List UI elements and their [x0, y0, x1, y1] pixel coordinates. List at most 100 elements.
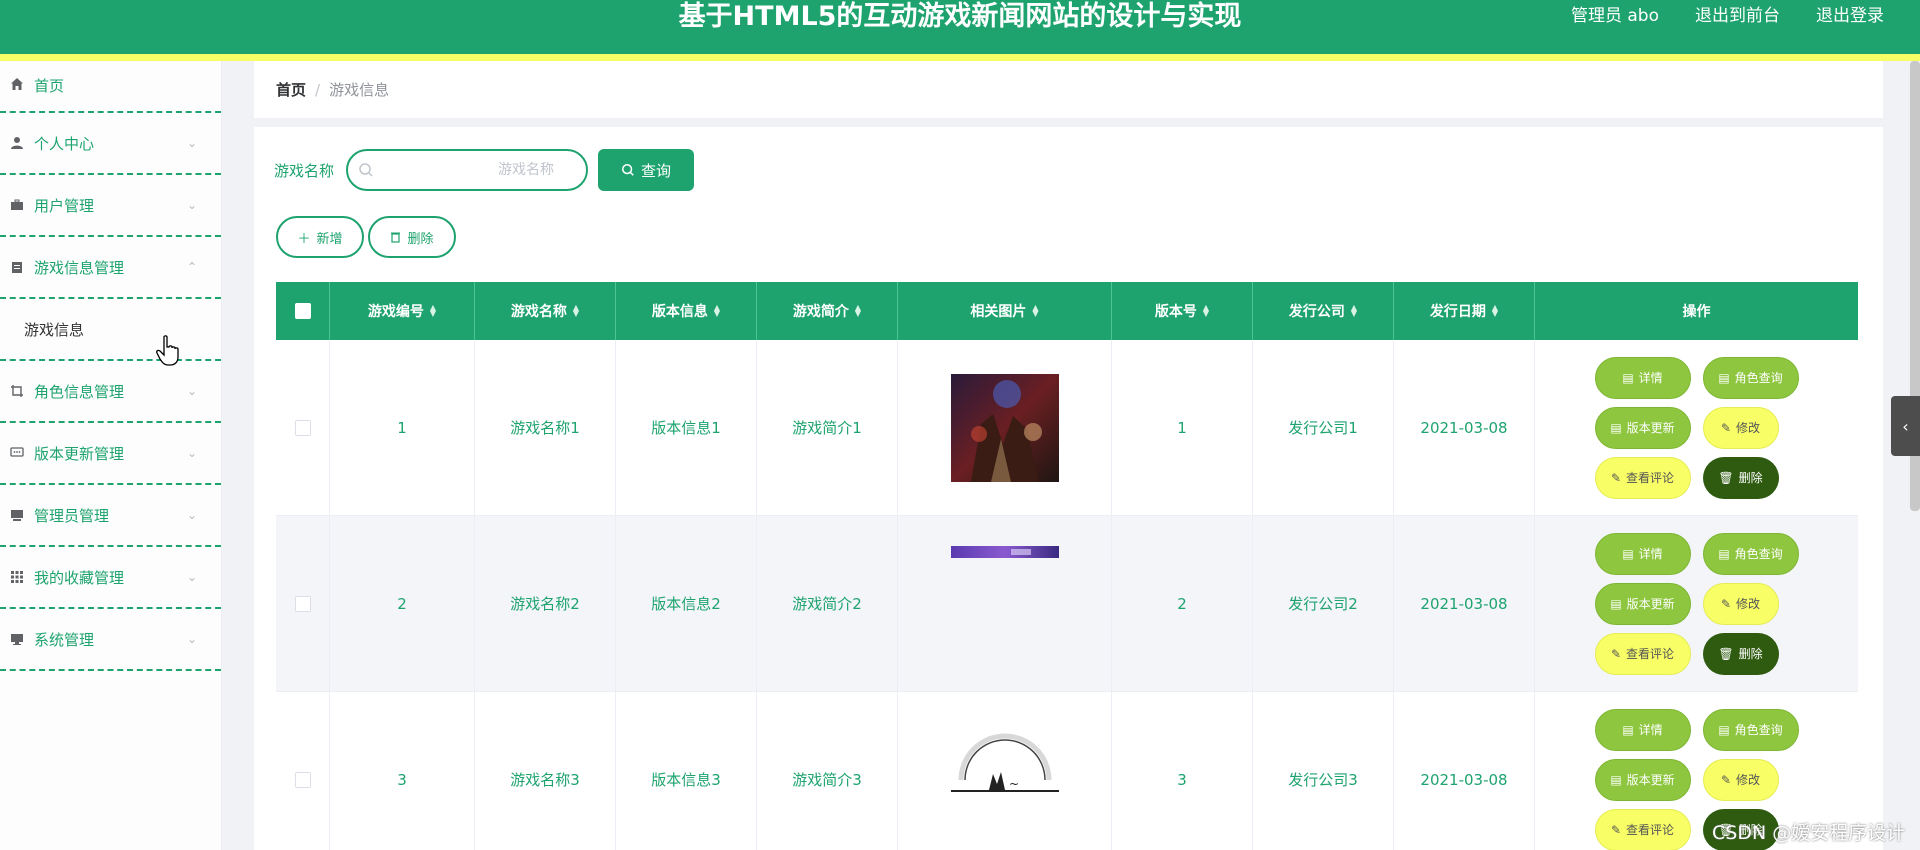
cell-name: 游戏名称3: [475, 692, 616, 850]
column-header-date[interactable]: 发行日期 ▲ ▼: [1394, 282, 1535, 340]
cell-date: 2021-03-08: [1394, 692, 1535, 850]
search-button[interactable]: 查询: [598, 149, 695, 191]
version-update-button[interactable]: ▤ 版本更新: [1594, 758, 1691, 801]
sort-icon: ▲ ▼: [1032, 303, 1039, 318]
column-header-name[interactable]: 游戏名称 ▲ ▼: [475, 282, 616, 340]
document-icon: ▤: [1718, 722, 1730, 737]
sort-icon: ▲ ▼: [1350, 303, 1358, 318]
desktop-icon: [8, 630, 26, 648]
cell-intro: 游戏简介1: [757, 340, 898, 515]
admin-name: 管理员 abo: [1570, 6, 1659, 26]
view-comments-button[interactable]: ✎ 查看评论: [1594, 632, 1691, 675]
column-header-company[interactable]: 发行公司 ▲ ▼: [1253, 282, 1394, 340]
user-icon: [8, 134, 26, 152]
cell-id: 1: [330, 340, 475, 515]
svg-text:~: ~: [1009, 777, 1019, 791]
sidebar-item-favorites-management[interactable]: 我的收藏管理 ⌄: [0, 547, 221, 609]
trash-icon: [391, 232, 401, 243]
row-checkbox[interactable]: [294, 595, 311, 612]
chevron-down-icon: ⌄: [186, 136, 197, 150]
row-actions: ▤ 详情 ▤ 角色查询 ▤ 版本更新 ✎ 修改 ✎ 查看评论 🗑 删除: [1594, 532, 1799, 675]
edit-button[interactable]: ✎ 修改: [1702, 582, 1779, 625]
chevron-down-icon: ⌄: [186, 198, 197, 212]
search-input[interactable]: [348, 151, 587, 189]
sidebar-item-home[interactable]: 首页: [0, 61, 221, 113]
document-icon: ▤: [1622, 546, 1634, 561]
clipboard-icon: [8, 258, 26, 276]
sort-icon: ▲ ▼: [854, 303, 862, 318]
search-label: 游戏名称: [274, 161, 335, 180]
breadcrumb-separator: /: [315, 80, 321, 99]
grid-icon: [8, 568, 26, 586]
sidebar-subitem-game-info[interactable]: 游戏信息: [0, 299, 221, 361]
cell-company: 发行公司3: [1253, 692, 1394, 850]
view-comments-button[interactable]: ✎ 查看评论: [1594, 808, 1691, 850]
role-query-button[interactable]: ▤ 角色查询: [1702, 532, 1799, 575]
cell-version-info: 版本信息2: [616, 516, 757, 691]
content-card: 游戏名称 查询 ＋ 新增 删除 游戏编号▲▼ 游戏名称▲▼ 版本信息▲▼ 游戏简…: [254, 127, 1883, 850]
edit-button[interactable]: ✎ 修改: [1702, 758, 1779, 801]
sidebar: 首页 个人中心 ⌄ 用户管理 ⌄ 游戏信息管理 ⌃ 游戏信息 角色信息管理 ⌄: [0, 61, 222, 850]
select-all-cell: [276, 282, 330, 340]
version-update-button[interactable]: ▤ 版本更新: [1594, 582, 1691, 625]
column-header-image[interactable]: 相关图片 ▲ ▼: [898, 282, 1112, 340]
game-thumbnail[interactable]: [950, 373, 1059, 482]
breadcrumb-home[interactable]: 首页: [276, 79, 306, 100]
sidebar-item-personal-center[interactable]: 个人中心 ⌄: [0, 113, 221, 175]
search-button-label: 查询: [641, 161, 672, 180]
breadcrumb-current: 游戏信息: [329, 81, 390, 99]
sidebar-item-role-info-management[interactable]: 角色信息管理 ⌄: [0, 361, 221, 423]
detail-button[interactable]: ▤ 详情: [1594, 356, 1691, 399]
sidebar-item-label: 首页: [34, 77, 65, 95]
sidebar-item-user-management[interactable]: 用户管理 ⌄: [0, 175, 221, 237]
detail-button[interactable]: ▤ 详情: [1594, 532, 1691, 575]
search-field-wrapper: [346, 149, 589, 191]
sidebar-item-admin-management[interactable]: 管理员管理 ⌄: [0, 485, 221, 547]
cell-id: 3: [330, 692, 475, 850]
document-icon: ▤: [1622, 370, 1634, 385]
top-header: 基于HTML5的互动游戏新闻网站的设计与实现 管理员 abo 退出到前台 退出登…: [0, 0, 1920, 54]
document-icon: ▤: [1718, 370, 1730, 385]
chevron-down-icon: ⌄: [186, 508, 197, 522]
breadcrumb: 首页 / 游戏信息: [254, 61, 1883, 118]
view-comments-button[interactable]: ✎ 查看评论: [1594, 456, 1691, 499]
cell-date: 2021-03-08: [1394, 340, 1535, 515]
role-query-button[interactable]: ▤ 角色查询: [1702, 356, 1799, 399]
role-query-button[interactable]: ▤ 角色查询: [1702, 708, 1799, 751]
sidebar-item-label: 版本更新管理: [34, 444, 125, 463]
sidebar-item-version-update-management[interactable]: 版本更新管理 ⌄: [0, 423, 221, 485]
delete-button[interactable]: 🗑 删除: [1702, 632, 1779, 675]
collapse-panel-tab[interactable]: ‹: [1891, 396, 1920, 456]
chevron-left-icon: ‹: [1902, 416, 1909, 436]
cell-name: 游戏名称2: [475, 516, 616, 691]
version-update-button[interactable]: ▤ 版本更新: [1594, 406, 1691, 449]
column-header-id[interactable]: 游戏编号 ▲ ▼: [330, 282, 475, 340]
detail-button[interactable]: ▤ 详情: [1594, 708, 1691, 751]
sidebar-item-game-info-management[interactable]: 游戏信息管理 ⌃: [0, 237, 221, 299]
exit-to-front-link[interactable]: 退出到前台: [1695, 6, 1780, 26]
column-header-version-info[interactable]: 版本信息 ▲ ▼: [616, 282, 757, 340]
bulk-delete-button[interactable]: 删除: [368, 216, 456, 258]
pencil-icon: ✎: [1610, 822, 1622, 837]
game-thumbnail[interactable]: ~: [950, 725, 1059, 834]
row-checkbox[interactable]: [294, 771, 311, 788]
trash-icon: 🗑: [1718, 646, 1734, 661]
column-header-intro[interactable]: 游戏简介 ▲ ▼: [757, 282, 898, 340]
sort-icon: ▲ ▼: [429, 303, 437, 318]
action-buttons: ＋ 新增 删除: [276, 216, 456, 258]
cell-intro: 游戏简介2: [757, 516, 898, 691]
header-actions: 管理员 abo 退出到前台 退出登录: [1571, 6, 1884, 26]
logout-link[interactable]: 退出登录: [1816, 6, 1884, 26]
pencil-icon: ✎: [1610, 646, 1622, 661]
add-button[interactable]: ＋ 新增: [276, 216, 364, 258]
row-checkbox[interactable]: [294, 419, 311, 436]
sidebar-item-system-management[interactable]: 系统管理 ⌄: [0, 609, 221, 671]
select-all-checkbox[interactable]: [294, 303, 311, 319]
crop-icon: [8, 382, 26, 400]
delete-button[interactable]: 🗑 删除: [1702, 456, 1779, 499]
column-header-version-no[interactable]: 版本号 ▲ ▼: [1112, 282, 1253, 340]
edit-button[interactable]: ✎ 修改: [1702, 406, 1779, 449]
game-thumbnail[interactable]: [950, 546, 1059, 558]
cell-version-info: 版本信息1: [616, 340, 757, 515]
chevron-down-icon: ⌄: [186, 446, 197, 460]
